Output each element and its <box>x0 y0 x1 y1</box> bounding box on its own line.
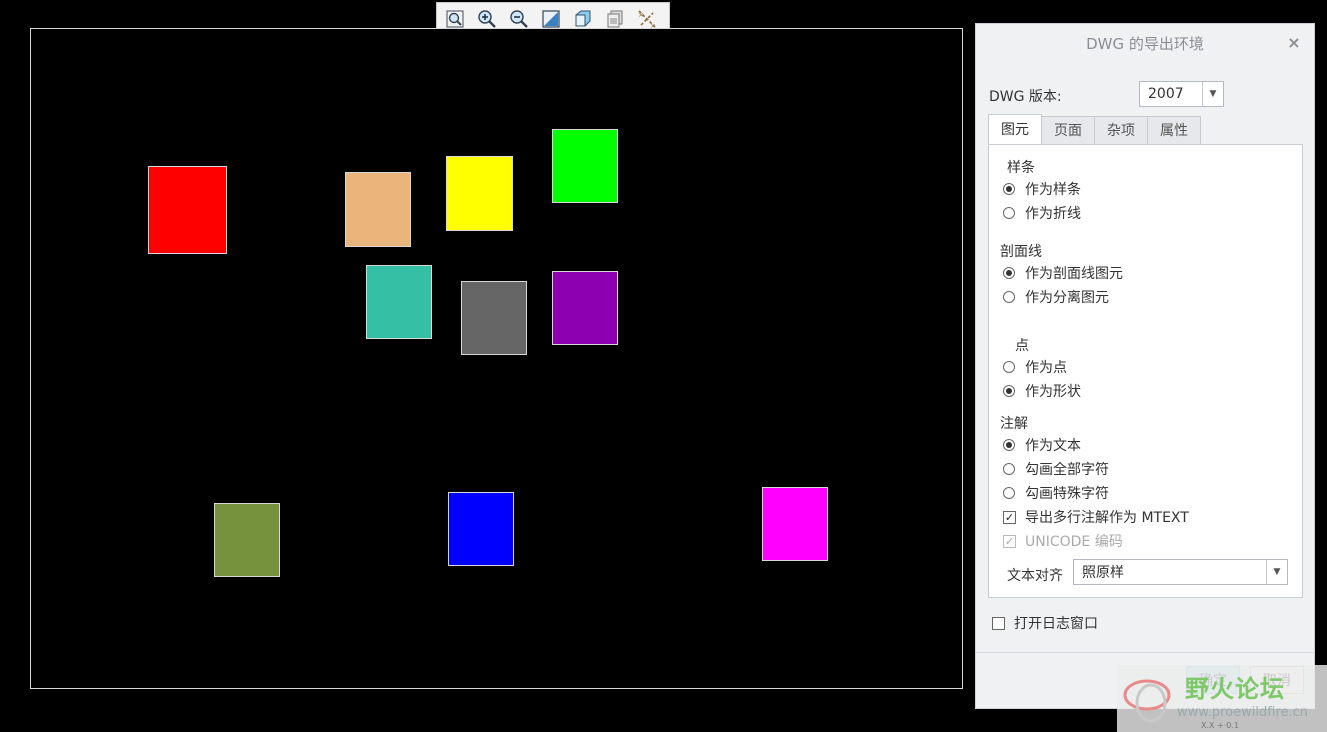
radio-button[interactable] <box>1003 183 1015 195</box>
mtext-checkbox[interactable]: ✓ 导出多行注解作为 MTEXT <box>1003 507 1189 527</box>
yellow-rectangle[interactable] <box>446 156 513 231</box>
entities-panel: 样条 作为样条 作为折线 剖面线 作为剖面线图元 作为分离图元 点 作为点 作为… <box>988 144 1303 598</box>
blue-rectangle[interactable] <box>448 492 514 566</box>
footer-divider <box>976 652 1314 653</box>
tab-bar: 图元 页面 杂项 属性 <box>988 114 1201 144</box>
hatch-option[interactable]: 作为分离图元 <box>1003 287 1109 307</box>
annotation-heading: 注解 <box>1000 416 1028 432</box>
purple-rectangle[interactable] <box>552 271 618 345</box>
radio-button[interactable] <box>1003 207 1015 219</box>
tab-misc[interactable]: 杂项 <box>1094 116 1148 144</box>
spline-option[interactable]: 作为折线 <box>1003 203 1081 223</box>
checkbox[interactable] <box>992 616 1005 630</box>
checkbox[interactable]: ✓ <box>1003 510 1016 524</box>
watermark-url: www.proewildfire.cn <box>1177 705 1308 720</box>
olive-rectangle[interactable] <box>214 503 280 577</box>
option-label: 作为点 <box>1025 360 1067 376</box>
teal-rectangle[interactable] <box>366 265 432 339</box>
watermark-text: 野火论坛 <box>1185 675 1285 703</box>
option-label: 作为剖面线图元 <box>1025 266 1123 282</box>
hatch-heading: 剖面线 <box>1000 244 1042 260</box>
annotation-option[interactable]: 勾画全部字符 <box>1003 459 1109 479</box>
point-option[interactable]: 作为形状 <box>1003 381 1081 401</box>
option-label: 作为分离图元 <box>1025 290 1109 306</box>
radio-button[interactable] <box>1003 463 1015 475</box>
red-rectangle[interactable] <box>148 166 227 254</box>
option-label: 勾画全部字符 <box>1025 462 1109 478</box>
annotation-option[interactable]: 作为文本 <box>1003 435 1081 455</box>
annotation-option[interactable]: 勾画特殊字符 <box>1003 483 1109 503</box>
point-option[interactable]: 作为点 <box>1003 357 1067 377</box>
dwg-version-select[interactable]: 2007 ▼ <box>1139 81 1224 107</box>
text-align-label: 文本对齐 <box>1007 568 1063 584</box>
checkbox: ✓ <box>1003 534 1016 548</box>
option-label: 作为样条 <box>1025 182 1081 198</box>
svg-text:×: × <box>638 11 644 19</box>
radio-button[interactable] <box>1003 385 1015 397</box>
unicode-checkbox: ✓ UNICODE 编码 <box>1003 531 1123 551</box>
radio-button[interactable] <box>1003 487 1015 499</box>
dialog-title: DWG 的导出环境 <box>1086 35 1204 53</box>
radio-button[interactable] <box>1003 361 1015 373</box>
option-label: 勾画特殊字符 <box>1025 486 1109 502</box>
watermark-small-text: X.X +·0.1 <box>1201 721 1240 730</box>
tab-page[interactable]: 页面 <box>1041 116 1095 144</box>
log-window-checkbox[interactable]: 打开日志窗口 <box>992 613 1098 633</box>
radio-button[interactable] <box>1003 291 1015 303</box>
option-label: 作为文本 <box>1025 438 1081 454</box>
tan-rectangle[interactable] <box>345 172 411 247</box>
option-label: 导出多行注解作为 MTEXT <box>1025 510 1189 526</box>
tab-properties[interactable]: 属性 <box>1147 116 1201 144</box>
dwg-version-value: 2007 <box>1148 86 1184 102</box>
text-align-select[interactable]: 照原样 ▼ <box>1073 559 1288 585</box>
spline-heading: 样条 <box>1007 160 1035 176</box>
point-heading: 点 <box>1015 338 1029 354</box>
radio-button[interactable] <box>1003 439 1015 451</box>
option-label: 作为形状 <box>1025 384 1081 400</box>
tab-entities[interactable]: 图元 <box>988 114 1042 144</box>
hatch-option[interactable]: 作为剖面线图元 <box>1003 263 1123 283</box>
radio-button[interactable] <box>1003 267 1015 279</box>
text-align-value: 照原样 <box>1082 565 1124 581</box>
chevron-down-icon[interactable]: ▼ <box>1266 560 1287 584</box>
close-icon[interactable]: × <box>1284 33 1304 53</box>
spline-option[interactable]: 作为样条 <box>1003 179 1081 199</box>
drawing-sheet[interactable] <box>30 28 963 689</box>
dwg-version-label: DWG 版本: <box>989 89 1062 105</box>
magenta-rectangle[interactable] <box>762 487 828 561</box>
option-label: UNICODE 编码 <box>1025 534 1123 550</box>
option-label: 打开日志窗口 <box>1014 616 1098 632</box>
option-label: 作为折线 <box>1025 206 1081 222</box>
forum-watermark: 野火论坛 www.proewildfire.cn X.X +·0.1 <box>1117 665 1327 732</box>
gray-rectangle[interactable] <box>461 281 527 355</box>
dwg-export-dialog: DWG 的导出环境 × DWG 版本: 2007 ▼ 图元 页面 杂项 属性 样… <box>975 23 1315 709</box>
forum-logo-icon <box>1123 679 1171 723</box>
chevron-down-icon[interactable]: ▼ <box>1202 82 1223 106</box>
green-rectangle[interactable] <box>552 129 618 203</box>
